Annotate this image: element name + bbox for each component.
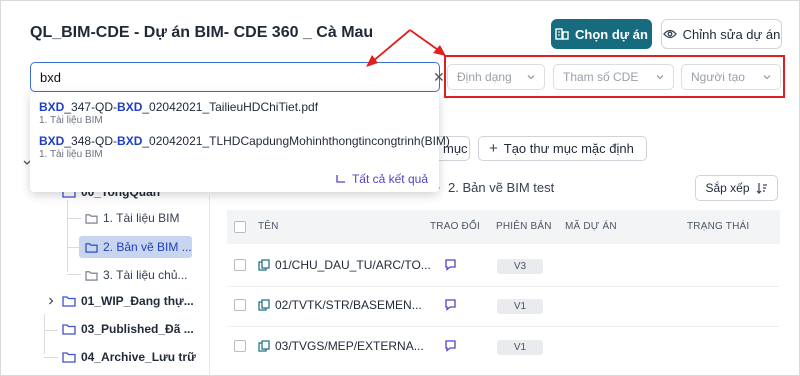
row-name-label: 02/TVTK/STR/BASEMEN... — [275, 298, 422, 312]
all-results-label: Tất cả kết quả — [351, 172, 428, 186]
creator-select[interactable]: Người tạo — [681, 64, 781, 90]
plus-icon: + — [489, 140, 498, 157]
tree-item-tai-lieu-bim[interactable]: 1. Tài liệu BIM — [85, 211, 179, 225]
select-project-label: Chọn dự án — [575, 26, 648, 42]
sort-button[interactable]: Sắp xếp — [695, 175, 778, 201]
suggestion-match: BXD — [39, 100, 65, 114]
folder-icon — [85, 213, 98, 224]
suggestion-text: _348-QD- — [64, 134, 118, 148]
suggestion-text: _347-QD- — [64, 100, 118, 114]
eye-icon — [662, 29, 677, 39]
creator-placeholder: Người tạo — [691, 70, 745, 84]
table-row-name[interactable]: 01/CHU_DAU_TU/ARC/TO... — [258, 258, 431, 272]
suggestion-text: _02042021_TailieuHDChiTiet.pdf — [142, 100, 319, 114]
edit-project-label: Chỉnh sửa dự án — [682, 26, 781, 42]
tree-line — [67, 218, 81, 219]
column-header-version: PHIÊN BẢN — [496, 221, 552, 232]
tree-item-tai-lieu-chu[interactable]: 3. Tài liệu chủ... — [85, 268, 188, 282]
table-row-name[interactable]: 02/TVTK/STR/BASEMEN... — [258, 298, 422, 312]
row-checkbox[interactable] — [234, 299, 246, 311]
building-icon — [555, 28, 569, 40]
folder-icon — [85, 242, 98, 253]
search-box[interactable]: ✕ — [30, 62, 463, 92]
file-model-icon — [258, 258, 270, 271]
tree-node-published[interactable]: 03_Published_Đã ... — [62, 322, 194, 336]
chevron-down-icon — [656, 75, 664, 80]
tree-line — [44, 330, 58, 331]
version-badge: V1 — [497, 340, 543, 355]
sort-icon — [756, 183, 767, 194]
row-name-label: 01/CHU_DAU_TU/ARC/TO... — [275, 258, 431, 272]
row-checkbox[interactable] — [234, 259, 246, 271]
tree-line — [44, 314, 45, 354]
select-all-checkbox[interactable] — [234, 221, 246, 233]
tree-line — [44, 357, 58, 358]
row-checkbox[interactable] — [234, 340, 246, 352]
format-select[interactable]: Định dạng — [447, 64, 545, 90]
folder-icon — [85, 270, 98, 281]
suggestion-match: BXD — [117, 100, 143, 114]
suggestion-location: 1. Tài liệu BIM — [39, 149, 103, 160]
chat-icon[interactable] — [444, 258, 457, 271]
suggestion-match: BXD — [39, 134, 65, 148]
all-results-link[interactable]: Tất cả kết quả — [335, 172, 428, 186]
chevron-down-icon — [763, 75, 771, 80]
tree-item-label: 1. Tài liệu BIM — [103, 211, 180, 225]
version-badge: V1 — [497, 299, 543, 314]
tree-separator — [209, 196, 210, 376]
file-model-icon — [258, 298, 270, 311]
chevron-down-icon — [527, 75, 535, 80]
tree-line — [67, 274, 81, 275]
select-project-button[interactable]: Chọn dự án — [551, 19, 652, 49]
suggestion-location: 1. Tài liệu BIM — [39, 115, 103, 126]
create-default-folder-label: Tạo thư mục mặc định — [503, 141, 634, 156]
row-divider — [227, 286, 780, 287]
suggestion-item[interactable]: BXD_347-QD-BXD_02042021_TailieuHDChiTiet… — [39, 100, 318, 114]
table-row-name[interactable]: 03/TVGS/MEP/EXTERNA... — [258, 339, 424, 353]
create-default-folder-button[interactable]: + Tạo thư mục mặc định — [478, 136, 647, 161]
tree-item-label: 2. Bản vẽ BIM ... — [103, 240, 192, 254]
search-input[interactable] — [40, 68, 400, 86]
suggestion-text: _02042021_TLHDCapdungMohinhthongtincongt… — [142, 134, 450, 148]
chat-icon[interactable] — [444, 298, 457, 311]
tree-item-ban-ve-bim[interactable]: 2. Bản vẽ BIM ... — [85, 240, 192, 254]
cde-param-select[interactable]: Tham số CDE — [553, 64, 674, 90]
return-arrow-icon — [336, 175, 345, 183]
row-name-label: 03/TVGS/MEP/EXTERNA... — [275, 339, 424, 353]
column-header-discussion: TRAO ĐỔI — [430, 221, 480, 232]
tree-line — [67, 200, 68, 272]
chat-icon[interactable] — [444, 339, 457, 352]
page-title: QL_BIM-CDE - Dự án BIM- CDE 360 _ Cà Mau — [30, 24, 374, 41]
column-header-name[interactable]: TÊN — [258, 221, 279, 232]
tree-node-wip[interactable]: 01_WIP_Đang thự... — [62, 294, 194, 308]
format-placeholder: Định dạng — [457, 70, 512, 84]
breadcrumb-current[interactable]: 2. Bản vẽ BIM test — [448, 180, 554, 195]
suggestion-item[interactable]: BXD_348-QD-BXD_02042021_TLHDCapdungMohin… — [39, 134, 450, 148]
folder-icon — [62, 296, 76, 307]
column-header-project-code: MÃ DỰ ÁN — [565, 221, 617, 232]
edit-project-button[interactable]: Chỉnh sửa dự án — [661, 19, 782, 49]
column-header-status: TRẠNG THÁI — [687, 221, 750, 232]
file-model-icon — [258, 339, 270, 352]
tree-node-archive[interactable]: 04_Archive_Lưu trữ — [62, 350, 196, 364]
chevron-right-icon[interactable] — [46, 296, 56, 306]
tree-node-label: 04_Archive_Lưu trữ — [81, 350, 196, 364]
tree-item-label: 3. Tài liệu chủ... — [103, 268, 188, 282]
folder-icon — [62, 352, 76, 363]
breadcrumb: 2. Bản vẽ BIM test — [434, 180, 554, 195]
row-divider — [227, 326, 780, 327]
suggestion-match: BXD — [117, 134, 143, 148]
tree-line — [67, 247, 81, 248]
tree-node-label: 01_WIP_Đang thự... — [81, 294, 194, 308]
version-badge: V3 — [497, 259, 543, 274]
tree-node-label: 03_Published_Đã ... — [81, 322, 194, 336]
cde-param-placeholder: Tham số CDE — [563, 70, 639, 84]
folder-icon — [62, 324, 76, 335]
search-suggestions: BXD_347-QD-BXD_02042021_TailieuHDChiTiet… — [30, 92, 450, 192]
clear-icon[interactable]: ✕ — [433, 69, 445, 86]
sort-label: Sắp xếp — [705, 181, 750, 195]
